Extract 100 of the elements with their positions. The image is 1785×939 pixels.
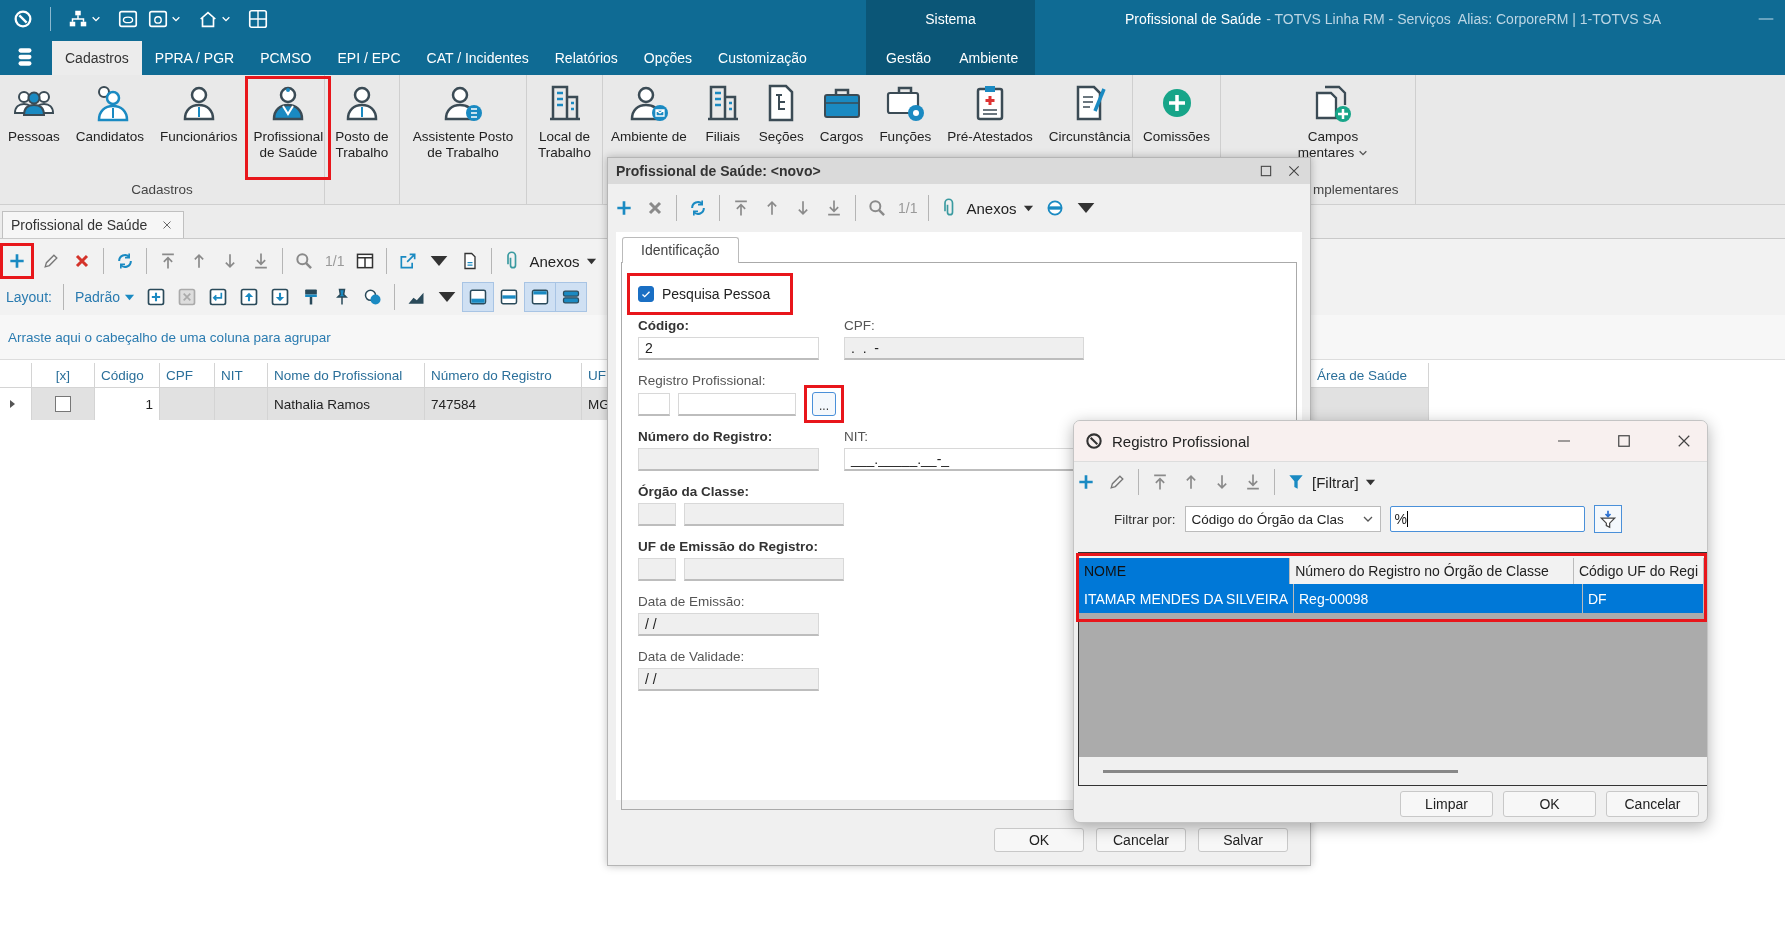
layout-toggle-button[interactable] [524, 282, 557, 312]
field-label: UF de Emissão do Registro: [638, 538, 820, 556]
record-counter: 1/1 [325, 253, 345, 269]
column-header[interactable]: Área de Saúde [1311, 363, 1429, 388]
caret-icon[interactable] [221, 14, 231, 24]
caret-icon[interactable] [171, 14, 181, 24]
square-plus-icon[interactable] [146, 287, 167, 307]
table-cell [160, 388, 215, 420]
logo-icon[interactable] [12, 8, 34, 30]
document-tab[interactable]: Profissional de Saúde [2, 211, 185, 238]
checkbox[interactable] [55, 396, 71, 412]
square-down-icon[interactable] [270, 287, 291, 307]
layout-toggle-button[interactable] [462, 282, 495, 312]
maximize-icon[interactable] [1615, 432, 1633, 450]
ribbon-button[interactable]: Local de Trabalho [535, 83, 594, 171]
column-header[interactable]: Nome do Profissional [268, 363, 425, 388]
menu-tab[interactable]: CAT / Incidentes [413, 41, 542, 75]
panel-top-icon [530, 287, 551, 307]
apply-filter-button[interactable] [1593, 505, 1622, 533]
ribbon-button[interactable]: Pessoas [5, 83, 63, 171]
lookup-button[interactable]: ... [812, 392, 836, 416]
panel-split-icon [499, 287, 520, 307]
refresh-icon[interactable] [688, 198, 708, 218]
columns-icon[interactable] [355, 251, 376, 271]
input-field[interactable] [638, 392, 670, 416]
dialog-title: Registro Profissional [1112, 432, 1250, 450]
menu-tab[interactable]: Opções [630, 41, 706, 75]
dialog-button[interactable]: Cancelar [1606, 791, 1699, 817]
group-hint: Arraste aqui o cabeçalho de uma coluna para agrupar [8, 329, 331, 345]
menu-tab[interactable]: Relatórios [541, 41, 631, 75]
column-header[interactable]: CPF [160, 363, 215, 388]
window-eye-icon[interactable] [117, 8, 139, 30]
window-refresh-icon[interactable] [147, 8, 169, 30]
window-title: Profissional de Saúde [1125, 11, 1262, 27]
layout-dropdown[interactable]: Padrão [74, 289, 136, 305]
dialog-button[interactable]: Salvar [1198, 828, 1288, 852]
ribbon-button[interactable]: Circunstância [1045, 83, 1134, 171]
input-field[interactable] [677, 392, 796, 416]
field-label: Órgão da Classe: [638, 483, 751, 501]
square-return-icon[interactable] [208, 287, 229, 307]
checkbox[interactable] [638, 286, 654, 302]
grid-icon[interactable] [247, 8, 269, 30]
dialog-button[interactable]: Limpar [1400, 791, 1493, 817]
table-row[interactable]: ITAMAR MENDES DA SILVEIRA Reg-00098 DF [1079, 584, 1704, 613]
attachments-button[interactable]: Anexos [940, 198, 1034, 218]
plus-icon[interactable] [614, 198, 634, 218]
plus-icon[interactable] [7, 251, 27, 271]
dialog-button[interactable]: OK [1503, 791, 1596, 817]
input-field[interactable]: 2 [638, 337, 819, 360]
field-label: Código: [638, 317, 690, 335]
square-up-icon[interactable] [239, 287, 260, 307]
ribbon-button[interactable]: Funcionários [157, 83, 241, 171]
ribbon-button[interactable]: Candidatos [72, 83, 148, 171]
menu-tab[interactable]: Customização [705, 41, 820, 75]
menu-tab[interactable]: Gestão [872, 41, 946, 75]
plus-icon[interactable] [1076, 472, 1096, 492]
ribbon-button[interactable]: Campos mentares [1263, 83, 1403, 171]
record-counter: 1/1 [898, 200, 918, 216]
attachments-button[interactable]: Anexos [503, 251, 597, 271]
dropdown-field[interactable]: Código do Órgão da Clas [1184, 506, 1381, 532]
search-icon[interactable] [294, 251, 314, 271]
menu-tab[interactable]: Ambiente [945, 41, 1033, 75]
menu-tab[interactable]: PPRA / PGR [141, 41, 248, 75]
column-header[interactable]: NIT [215, 363, 268, 388]
group-label: mplementares [1312, 181, 1400, 199]
filter-button[interactable]: [Filtrar] [1286, 472, 1376, 492]
column-header[interactable]: [x] [32, 363, 95, 388]
ribbon-button[interactable]: Profissional de Saúde [250, 83, 327, 171]
column-header[interactable]: Código [95, 363, 160, 388]
ribbon-button[interactable]: Comissões [1140, 83, 1213, 171]
search-icon[interactable] [867, 198, 887, 218]
ribbon-button[interactable]: Assistente Posto de Trabalho [409, 83, 517, 171]
dialog-button[interactable]: OK [994, 828, 1084, 852]
menu-tab[interactable]: PCMSO [247, 41, 325, 75]
ribbon-button[interactable]: Posto de Trabalho [332, 83, 392, 171]
tab[interactable]: Identificação [622, 237, 739, 263]
group-label: Cadastros [130, 181, 194, 199]
dialog-button[interactable]: Cancelar [1096, 828, 1186, 852]
table-cell: Reg-00098 [1294, 584, 1583, 613]
refresh-icon[interactable] [115, 251, 135, 271]
field-label: Data de Validade: [638, 648, 746, 666]
scrollbar-thumb[interactable] [1103, 769, 1458, 773]
table-cell [215, 388, 268, 420]
input-field[interactable]: % [1389, 506, 1585, 532]
maximize-icon[interactable] [1258, 163, 1274, 179]
close-icon[interactable] [161, 219, 174, 231]
close-icon[interactable] [1286, 163, 1302, 179]
layout-toggle-button[interactable] [555, 282, 588, 312]
table-cell: DF [1583, 584, 1704, 613]
column-header[interactable]: NOME [1079, 558, 1291, 584]
menu-tab[interactable]: EPI / EPC [324, 41, 414, 75]
caret-icon[interactable] [91, 14, 101, 24]
ribbon-button[interactable]: Pré-Atestados [944, 83, 1036, 171]
export-icon[interactable] [398, 251, 419, 271]
menu-tab[interactable]: Cadastros [52, 41, 142, 75]
logo-icon [1084, 431, 1104, 451]
window-subtitle: - TOTVS Linha RM - Serviços Alias: CorporeRM | 1-TOTVS SA [1266, 11, 1662, 27]
field-label: CPF: [844, 317, 876, 335]
column-header[interactable]: Número do Registro [425, 363, 582, 388]
ribbon-button[interactable]: Funções [876, 83, 935, 171]
